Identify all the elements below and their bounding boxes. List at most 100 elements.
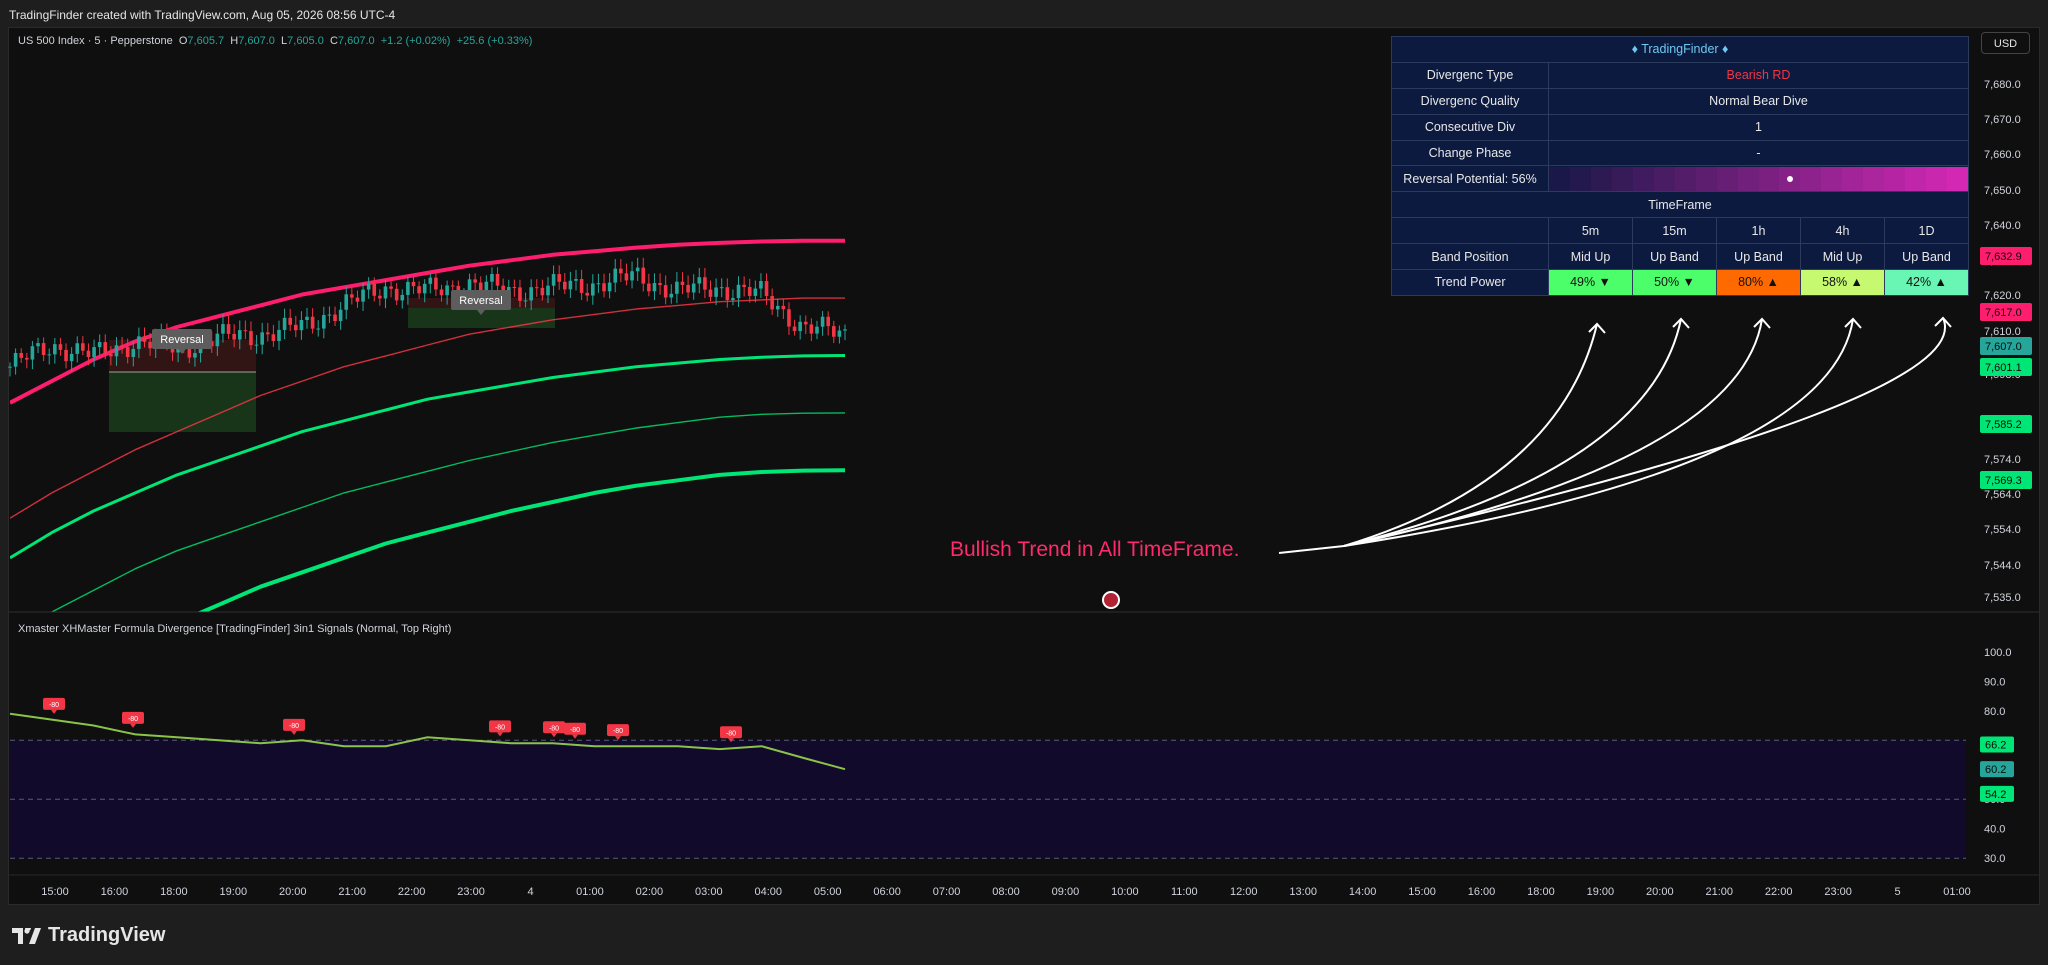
- oscillator-badge: 54.2: [1980, 785, 2014, 802]
- price-tick: 7,535.0: [1984, 592, 2021, 604]
- candle-body: [69, 353, 74, 362]
- candle: [299, 311, 304, 340]
- reversal-zone-green: [109, 372, 256, 432]
- candle: [591, 274, 595, 305]
- candle-body: [142, 336, 147, 342]
- candle-body: [630, 271, 634, 281]
- candle: [41, 337, 46, 362]
- signal-badge-text: -80: [613, 728, 623, 735]
- oscillator-badge: 66.2: [1980, 736, 2014, 753]
- candle: [383, 280, 388, 309]
- candle: [81, 336, 85, 356]
- table-row-value: 1: [1548, 113, 1969, 141]
- candle-body: [820, 316, 825, 327]
- candle: [322, 306, 326, 339]
- currency-button[interactable]: USD: [1981, 32, 2030, 54]
- time-tick: 14:00: [1349, 886, 1377, 898]
- us-flag-icon[interactable]: [1102, 591, 1120, 609]
- timeframe-5m: 5m: [1548, 217, 1633, 245]
- signal-badge: -80: [283, 718, 305, 735]
- signal-badge: -80: [122, 711, 144, 728]
- candle-body: [361, 289, 365, 302]
- time-tick: 4: [527, 886, 533, 898]
- candle-body: [731, 298, 735, 301]
- candle: [350, 286, 354, 305]
- candle-body: [8, 366, 12, 368]
- price-badge: 7,585.2: [1980, 415, 2032, 433]
- symbol-name[interactable]: US 500 Index · 5 · Pepperstone: [18, 35, 173, 47]
- candle-body: [75, 343, 80, 354]
- high-label: H: [230, 35, 239, 47]
- time-tick: 20:00: [1646, 886, 1674, 898]
- candle: [792, 319, 797, 336]
- candle: [534, 279, 539, 297]
- signal-badge: -80: [43, 697, 65, 714]
- candle-body: [495, 273, 500, 286]
- gauge-segment: [1863, 166, 1885, 191]
- time-tick: 01:00: [1943, 886, 1971, 898]
- candle-body: [109, 354, 113, 357]
- trend-power-cell: 49% ▼: [1548, 269, 1633, 296]
- candle-body: [422, 283, 427, 294]
- gauge-segment: [1758, 166, 1780, 191]
- candle-body: [92, 347, 96, 358]
- candle: [747, 278, 752, 303]
- candle-body: [551, 274, 556, 286]
- annotation-arrow: [1343, 317, 1690, 547]
- tradingfinder-table: ♦ TradingFinder ♦ Divergenc Type Bearish …: [1391, 36, 1969, 296]
- candle-body: [613, 268, 618, 283]
- time-tick: 19:00: [220, 886, 248, 898]
- annotation-arrow: [1343, 316, 1952, 547]
- timeframe-15m: 15m: [1632, 217, 1717, 245]
- tradingview-logo[interactable]: TradingView: [12, 924, 165, 947]
- table-row-label: Divergenc Type: [1391, 61, 1549, 89]
- candle-body: [826, 316, 830, 327]
- candle-body: [703, 277, 707, 290]
- candle: [731, 289, 735, 306]
- gauge-segment: [1549, 166, 1570, 191]
- candle-body: [215, 333, 220, 347]
- candle: [843, 324, 847, 341]
- signal-badge-text: -80: [49, 702, 59, 709]
- candle: [770, 288, 774, 315]
- band-position-cell: Mid Up: [1548, 243, 1633, 271]
- candle-body: [803, 321, 808, 325]
- time-tick: 18:00: [160, 886, 188, 898]
- arrow-curve: [1343, 318, 1682, 547]
- candle-body: [411, 281, 416, 287]
- candle: [294, 315, 298, 338]
- candle-body: [350, 294, 354, 298]
- candle: [775, 298, 780, 317]
- time-tick: 22:00: [398, 886, 426, 898]
- time-tick: 01:00: [576, 886, 604, 898]
- candle-body: [675, 281, 679, 294]
- signal-badge-tail: [291, 730, 297, 735]
- time-tick: 20:00: [279, 886, 307, 898]
- candle-body: [512, 286, 517, 288]
- indicator-header[interactable]: Xmaster XHMaster Formula Divergence [Tra…: [18, 623, 451, 635]
- candle: [221, 314, 225, 343]
- candle: [394, 283, 399, 306]
- candle: [798, 315, 802, 340]
- gauge-segment: [1695, 166, 1717, 191]
- gauge-segment: [1779, 166, 1801, 191]
- candle: [495, 267, 500, 294]
- candle-body: [708, 289, 713, 297]
- annotation-connector: [1278, 545, 1345, 554]
- candle-body: [490, 273, 494, 282]
- high-value: 7,607.0: [238, 35, 275, 47]
- candle: [277, 320, 281, 351]
- annotation-arrow: [1343, 317, 1862, 547]
- candle-body: [647, 283, 651, 292]
- trend-power-cell: 58% ▲: [1800, 269, 1885, 296]
- candle: [708, 280, 713, 302]
- candle: [64, 343, 68, 369]
- candle-body: [226, 324, 231, 334]
- candle: [675, 272, 679, 304]
- candle-body: [546, 285, 550, 296]
- close-value: 7,607.0: [337, 35, 375, 47]
- candle-body: [383, 286, 388, 299]
- candle-body: [540, 287, 545, 296]
- candle-body: [406, 281, 410, 295]
- candle-body: [635, 267, 640, 272]
